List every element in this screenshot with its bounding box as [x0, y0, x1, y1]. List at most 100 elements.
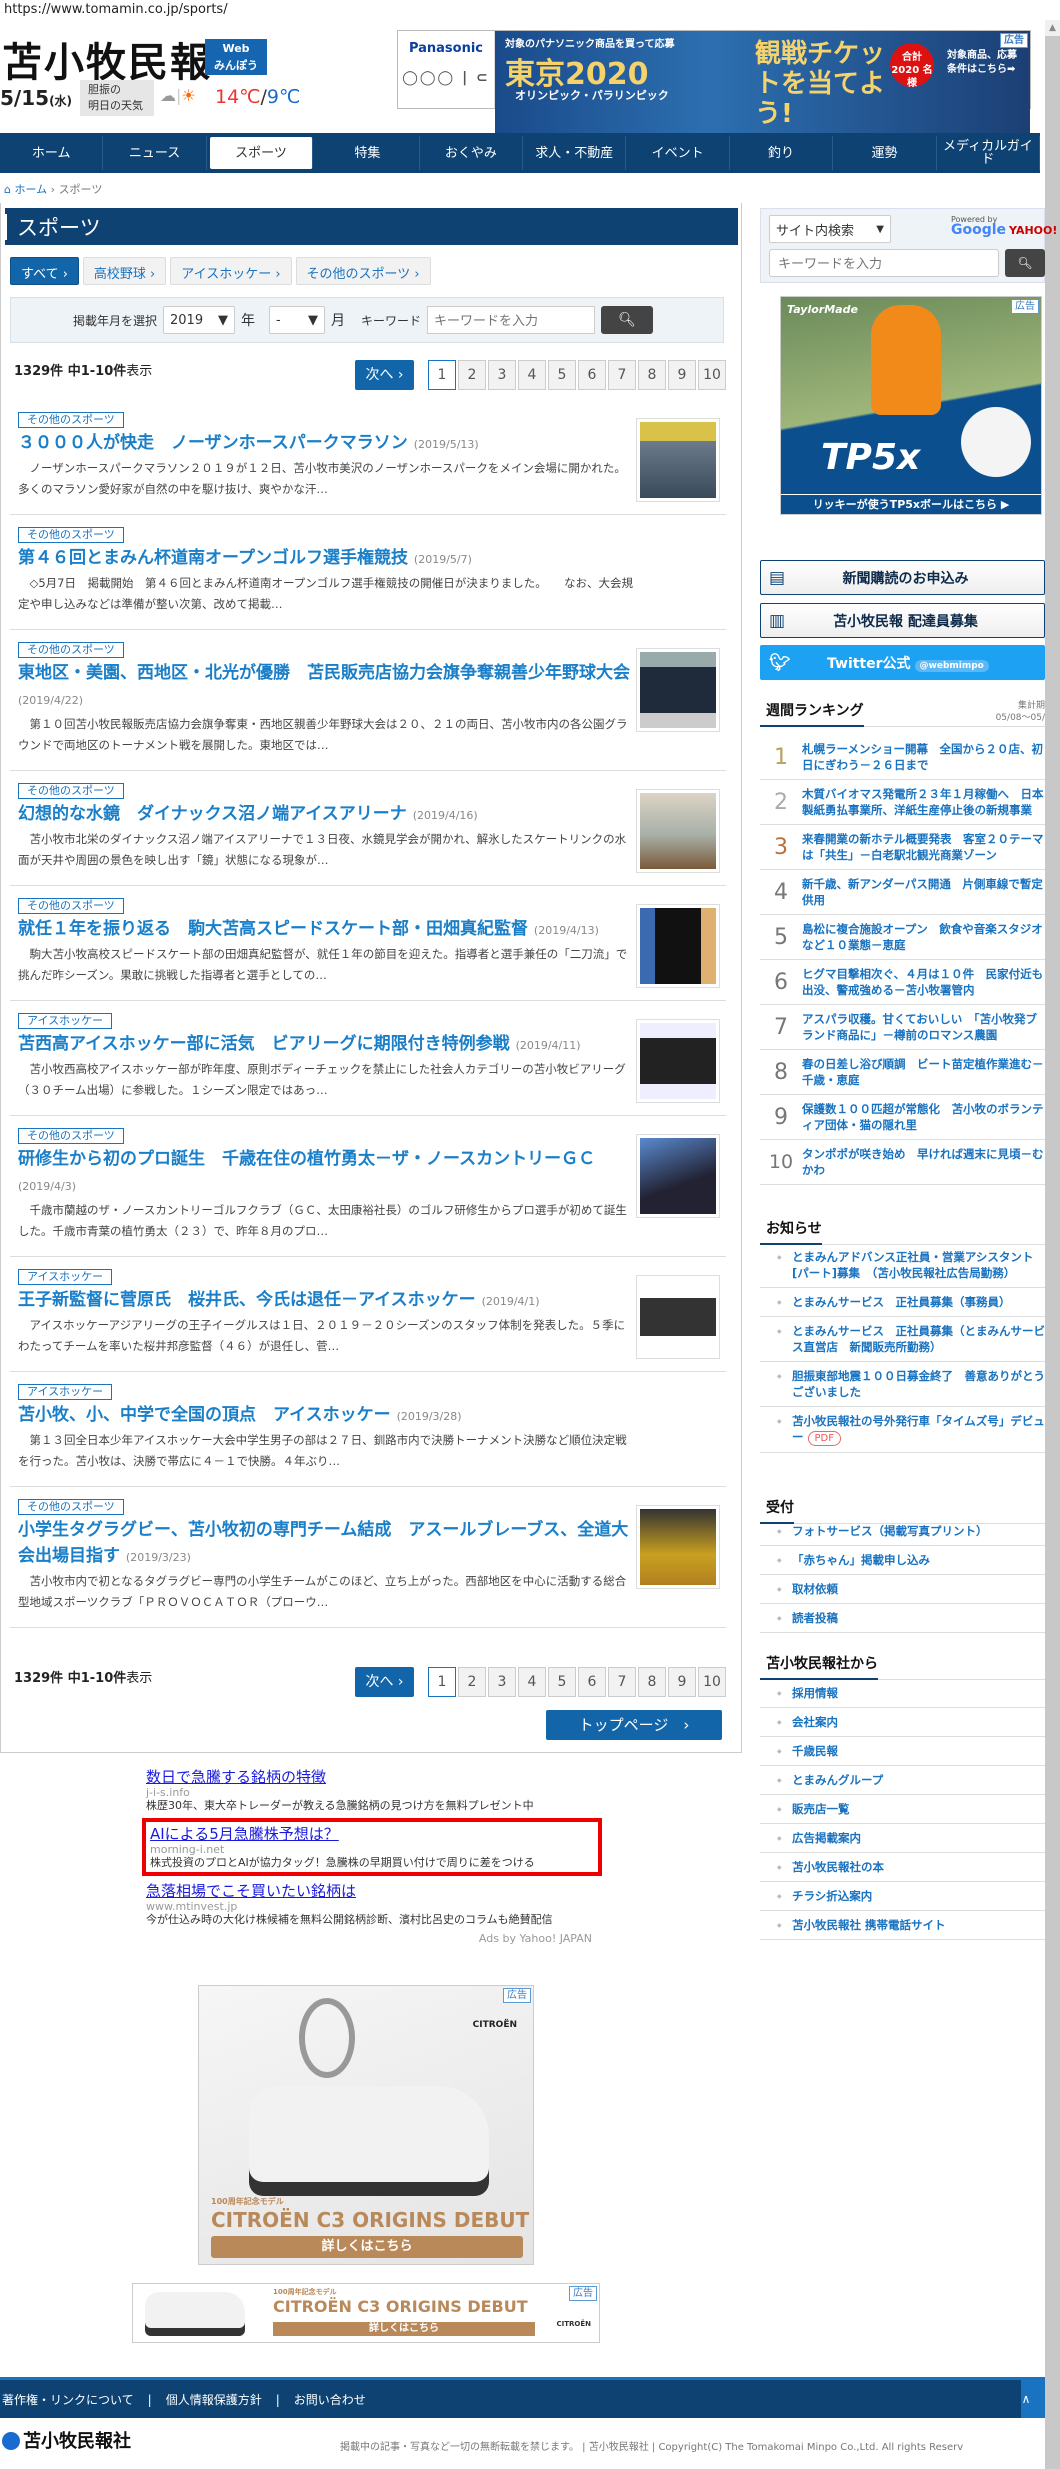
subscribe-button[interactable]: ▤ 新聞購読のお申込み [760, 560, 1045, 595]
ad-label[interactable]: 広告 [569, 2286, 597, 2301]
nav-item[interactable]: 求人・不動産 [523, 136, 627, 170]
nav-item[interactable]: ニュース [103, 136, 207, 170]
nav-item[interactable]: スポーツ [209, 137, 314, 169]
year-select[interactable]: 2019 ▼ [163, 306, 236, 334]
ranking-title[interactable]: 新千歳、新アンダーパス開通 片側車線で暫定供用 [802, 876, 1045, 908]
article-title-link[interactable]: ３０００人が快走 ノーザンホースパークマラソン [18, 433, 408, 453]
ranking-title[interactable]: ヒグマ目撃相次ぐ、４月は１０件 民家付近も出没、警戒強める－苫小牧署管内 [802, 966, 1045, 998]
company-item[interactable]: 苫小牧民報社 携帯電話サイト [760, 1911, 1045, 1940]
nav-item[interactable]: ホーム [0, 136, 104, 170]
reception-item[interactable]: フォトサービス（掲載写真プリント） [760, 1517, 1045, 1546]
company-item[interactable]: 苫小牧民報社の本 [760, 1853, 1045, 1882]
scrollbar[interactable] [1045, 20, 1060, 2469]
news-item[interactable]: 胆振東部地震１００日募金終了 善意ありがとうございました [760, 1362, 1045, 1407]
text-ad[interactable]: AIによる5月急騰株予想は？ morning-i.net 株式投資のプロとAIが協力… [142, 1818, 602, 1876]
search-scope-select[interactable]: サイト内検索 ▼ [769, 215, 891, 243]
page-link[interactable]: 1 [428, 1667, 456, 1697]
article-title-link[interactable]: 第４６回とまみん杯道南オープンゴルフ選手権競技 [18, 548, 408, 568]
category-tab[interactable]: 高校野球 › [82, 257, 167, 285]
article-title-link[interactable]: 研修生から初のプロ誕生 千歳在住の植竹勇太－ザ・ノースカントリーＧＣ [18, 1149, 595, 1169]
text-ad[interactable]: 急落相場でこそ買いたい銘柄は www.mtinvest.jp 今が仕込み時の大化け株… [142, 1879, 602, 1929]
reception-item[interactable]: 取材依頼 [760, 1575, 1045, 1604]
footer-link-privacy[interactable]: 個人情報保護方針 [166, 2393, 262, 2407]
page-link[interactable]: 10 [698, 1667, 726, 1697]
search-button[interactable]: 🔍︎ [601, 306, 654, 334]
ranking-item[interactable]: 9 保護数１００匹超が常態化 苫小牧のボランティア団体・猫の隠れ里 [760, 1095, 1045, 1140]
article-category-tag[interactable]: その他のスポーツ [18, 1499, 124, 1515]
ranking-item[interactable]: 4 新千歳、新アンダーパス開通 片側車線で暫定供用 [760, 870, 1045, 915]
page-link[interactable]: 8 [638, 360, 666, 390]
article-category-tag[interactable]: その他のスポーツ [18, 642, 124, 658]
nav-item[interactable]: 釣り [730, 136, 834, 170]
month-select[interactable]: - ▼ [269, 306, 326, 334]
ranking-item[interactable]: 2 木質バイオマス発電所２３年１月稼働へ 日本製紙勇払事業所、洋紙生産停止後の新規… [760, 780, 1045, 825]
text-ad-headline[interactable]: AIによる5月急騰株予想は？ [150, 1824, 594, 1844]
category-tab[interactable]: その他のスポーツ › [295, 257, 431, 285]
sidebar-keyword-input[interactable] [769, 249, 999, 277]
ad-label[interactable]: 広告 [503, 1988, 531, 2003]
keyword-input[interactable] [427, 306, 596, 334]
page-link[interactable]: 7 [608, 1667, 636, 1697]
citroen-ad-banner[interactable]: 100周年記念モデル CITROËN C3 ORIGINS DEBUT 詳しくは… [132, 2283, 600, 2343]
footer-link-copyright[interactable]: 著作権・リンクについて [2, 2393, 134, 2407]
back-to-top-button[interactable]: ∧ [1021, 2380, 1045, 2418]
page-link[interactable]: 1 [428, 360, 456, 390]
next-page-button[interactable]: 次へ › [355, 360, 414, 390]
article-title-link[interactable]: 苫小牧、小、中学で全国の頂点 アイスホッケー [18, 1405, 391, 1425]
article-thumbnail[interactable] [636, 1505, 720, 1589]
page-link[interactable]: 10 [698, 360, 726, 390]
company-item[interactable]: 広告掲載案内 [760, 1824, 1045, 1853]
article-title-link[interactable]: 小学生タグラグビー、苫小牧初の専門チーム結成 アスールブレーブス、全道大会出場目… [18, 1520, 628, 1566]
page-link[interactable]: 4 [518, 360, 546, 390]
ranking-title[interactable]: 島松に複合施設オープン 飲食や音楽スタジオなど１０業態－恵庭 [802, 921, 1045, 953]
page-link[interactable]: 5 [548, 360, 576, 390]
nav-item[interactable]: おくやみ [420, 136, 524, 170]
article-thumbnail[interactable] [636, 1134, 720, 1218]
article-category-tag[interactable]: その他のスポーツ [18, 783, 124, 799]
next-page-button[interactable]: 次へ › [355, 1667, 414, 1697]
article-category-tag[interactable]: アイスホッケー [18, 1384, 113, 1400]
article-thumbnail[interactable] [636, 1275, 720, 1359]
company-item[interactable]: 千歳民報 [760, 1737, 1045, 1766]
page-link[interactable]: 3 [488, 1667, 516, 1697]
company-item[interactable]: 採用情報 [760, 1679, 1045, 1708]
article-title-link[interactable]: 東地区・美園、西地区・北光が優勝 苫民販売店協力会旗争奪親善少年野球大会 [18, 663, 630, 683]
article-thumbnail[interactable] [636, 418, 720, 502]
article-category-tag[interactable]: その他のスポーツ [18, 898, 124, 914]
ranking-item[interactable]: 3 来春開業の新ホテル概要発表 客室２０テーマは「共生」－白老駅北観光商業ゾーン [760, 825, 1045, 870]
page-link[interactable]: 2 [458, 360, 486, 390]
ranking-title[interactable]: 木質バイオマス発電所２３年１月稼働へ 日本製紙勇払事業所、洋紙生産停止後の新規事… [802, 786, 1045, 818]
article-category-tag[interactable]: その他のスポーツ [18, 527, 124, 543]
news-item[interactable]: とまみんサービス 正社員募集（事務員） [760, 1288, 1045, 1317]
page-link[interactable]: 8 [638, 1667, 666, 1697]
category-tab[interactable]: すべて › [10, 257, 79, 285]
article-title-link[interactable]: 幻想的な水鏡 ダイナックス沼ノ端アイスアリーナ [18, 804, 407, 824]
ranking-title[interactable]: タンポポが咲き始め 早ければ週末に見頃－むかわ [802, 1146, 1045, 1178]
ranking-title[interactable]: 札幌ラーメンショー開幕 全国から２０店、初日にぎわう－２６日まで [802, 741, 1045, 773]
scroll-up-arrow-icon[interactable]: ▲ [1045, 20, 1060, 36]
news-item[interactable]: とまみんサービス 正社員募集（とまみんサービス直営店 新聞販売所勤務） [760, 1317, 1045, 1362]
sidebar-search-button[interactable]: 🔍︎ [1005, 249, 1045, 277]
nav-item[interactable]: 運勢 [833, 136, 937, 170]
twitter-button[interactable]: 🐦︎ Twitter公式 @webmimpo [760, 645, 1045, 680]
address-bar-url[interactable]: https://www.tomamin.co.jp/sports/ [4, 2, 228, 17]
page-link[interactable]: 9 [668, 360, 696, 390]
text-ad-headline[interactable]: 数日で急騰する銘柄の特徴 [146, 1767, 598, 1787]
footer-link-contact[interactable]: お問い合わせ [294, 2393, 366, 2407]
page-link[interactable]: 6 [578, 1667, 606, 1697]
reception-item[interactable]: 「赤ちゃん」掲載申し込み [760, 1546, 1045, 1575]
ranking-item[interactable]: 6 ヒグマ目撃相次ぐ、４月は１０件 民家付近も出没、警戒強める－苫小牧署管内 [760, 960, 1045, 1005]
article-thumbnail[interactable] [636, 904, 720, 988]
page-link[interactable]: 3 [488, 360, 516, 390]
article-category-tag[interactable]: アイスホッケー [18, 1269, 113, 1285]
article-title-link[interactable]: 就任１年を振り返る 駒大苫高スピードスケート部・田畑真紀監督 [18, 919, 528, 939]
ranking-item[interactable]: 7 アスパラ収穫。甘くておいしい 「苫小牧発ブランド商品に」－樽前のロマンス農園 [760, 1005, 1045, 1050]
ranking-item[interactable]: 1 札幌ラーメンショー開幕 全国から２０店、初日にぎわう－２６日まで [760, 735, 1045, 780]
news-item[interactable]: とまみんアドバンス正社員・営業アシスタント[パート]募集 （苫小牧民報社広告局勤… [760, 1243, 1045, 1288]
ranking-item[interactable]: 5 島松に複合施設オープン 飲食や音楽スタジオなど１０業態－恵庭 [760, 915, 1045, 960]
company-item[interactable]: とまみんグループ [760, 1766, 1045, 1795]
article-category-tag[interactable]: その他のスポーツ [18, 412, 124, 428]
article-thumbnail[interactable] [636, 789, 720, 873]
page-link[interactable]: 7 [608, 360, 636, 390]
text-ad[interactable]: 数日で急騰する銘柄の特徴 j-i-s.info 株歴30年、東大卒トレーダーが教える… [142, 1765, 602, 1815]
